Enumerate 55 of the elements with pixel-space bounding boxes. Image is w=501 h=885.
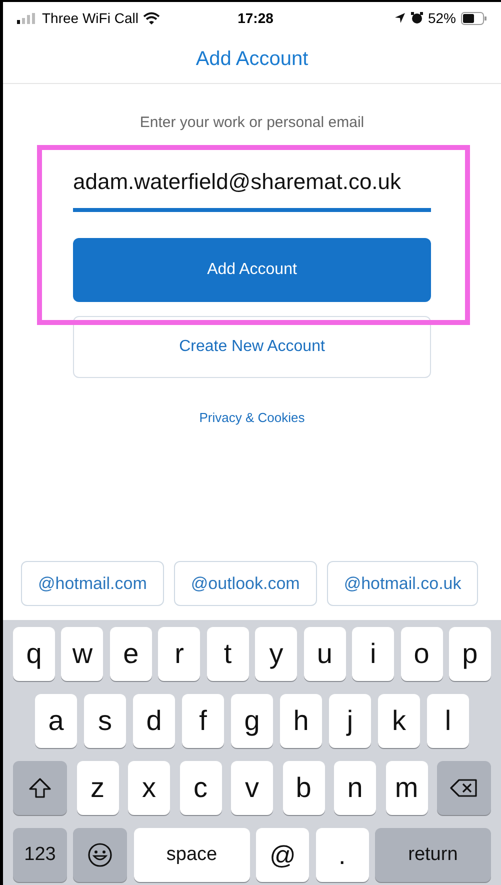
keyboard-key[interactable]: r [158, 627, 200, 681]
keyboard-key[interactable]: b [282, 761, 324, 815]
delete-key[interactable] [437, 761, 491, 815]
keyboard-key[interactable]: a [35, 694, 77, 748]
keyboard-key[interactable]: d [133, 694, 175, 748]
domain-suggestion[interactable]: @hotmail.co.uk [326, 561, 478, 606]
keyboard-key[interactable]: f [182, 694, 224, 748]
keyboard-key[interactable]: h [280, 694, 322, 748]
wifi-icon [143, 12, 160, 24]
keyboard-key[interactable]: @ [256, 828, 310, 882]
return-key[interactable]: return [374, 828, 491, 882]
email-input[interactable]: adam.waterfield@sharemat.co.uk [73, 164, 431, 212]
keyboard-key[interactable]: x [128, 761, 170, 815]
signal-icon [17, 12, 37, 24]
keyboard-key[interactable]: u [304, 627, 346, 681]
keyboard-key[interactable]: . [316, 828, 369, 882]
screen-title: Add Account [196, 46, 308, 72]
shift-icon [28, 777, 52, 799]
keyboard-key[interactable]: q [13, 627, 55, 681]
status-time: 17:28 [236, 8, 274, 28]
privacy-link[interactable]: Privacy & Cookies [199, 408, 305, 427]
keyboard-key[interactable]: k [378, 694, 420, 748]
keyboard-key[interactable]: g [231, 694, 273, 748]
keyboard-key[interactable]: c [180, 761, 222, 815]
keyboard-key[interactable]: m [386, 761, 428, 815]
space-key[interactable]: space [134, 828, 250, 882]
keyboard-key[interactable]: w [61, 627, 104, 681]
backspace-icon [450, 778, 478, 798]
add-account-button[interactable]: Add Account [73, 238, 431, 302]
alarm-clock-icon [410, 12, 423, 24]
keyboard-key[interactable]: j [329, 694, 371, 748]
domain-suggestion[interactable]: @outlook.com [174, 561, 317, 606]
create-account-button[interactable]: Create New Account [73, 316, 431, 378]
keyboard-key[interactable]: l [427, 694, 469, 748]
email-prompt: Enter your work or personal email [140, 113, 364, 133]
keyboard-key[interactable]: n [334, 761, 376, 815]
email-field[interactable]: adam.waterfield@sharemat.co.uk [73, 164, 431, 198]
battery-icon [461, 12, 487, 24]
keyboard-key[interactable]: t [206, 627, 249, 681]
shift-key[interactable] [13, 761, 67, 815]
battery-percentage: 52% [428, 8, 456, 28]
keyboard-key[interactable]: s [84, 694, 126, 748]
keyboard-key[interactable]: i [352, 627, 394, 681]
carrier-name: Three WiFi Call [42, 8, 138, 28]
emoji-key[interactable] [73, 828, 128, 882]
location-arrow-icon [394, 12, 406, 24]
keyboard-key[interactable]: p [448, 627, 491, 681]
keyboard-key[interactable]: o [400, 627, 442, 681]
numbers-key[interactable]: 123 [13, 828, 67, 882]
smiley-icon [87, 842, 114, 868]
keyboard-key[interactable]: y [255, 627, 298, 681]
keyboard-key[interactable]: v [231, 761, 273, 815]
keyboard-key[interactable]: z [76, 761, 118, 815]
keyboard-key[interactable]: e [110, 627, 152, 681]
domain-suggestion[interactable]: @hotmail.com [21, 561, 164, 606]
